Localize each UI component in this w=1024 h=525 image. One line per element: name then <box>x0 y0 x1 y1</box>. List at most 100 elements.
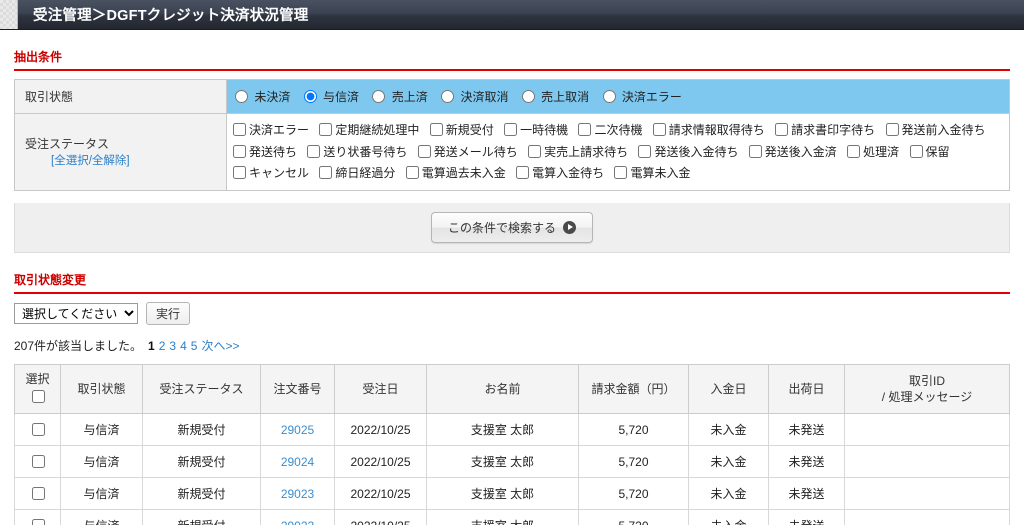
radio-input-payment-cancelled[interactable] <box>441 90 454 103</box>
execute-button[interactable]: 実行 <box>146 302 190 325</box>
checkbox-input-15[interactable] <box>910 145 923 158</box>
radio-input-captured[interactable] <box>372 90 385 103</box>
pagination-next-link[interactable]: 次へ>> <box>201 339 239 353</box>
checkbox-label-9: 送り状番号待ち <box>323 145 407 159</box>
radio-input-unsettled[interactable] <box>235 90 248 103</box>
checkbox-input-0[interactable] <box>233 123 246 136</box>
checkbox-input-11[interactable] <box>528 145 541 158</box>
checkbox-input-8[interactable] <box>233 145 246 158</box>
checkbox-input-13[interactable] <box>749 145 762 158</box>
checkbox-option-15[interactable]: 保留 <box>910 142 950 163</box>
radio-option-sales-cancelled[interactable]: 売上取消 <box>522 88 589 105</box>
checkbox-option-5[interactable]: 請求情報取得待ち <box>653 120 765 141</box>
checkbox-input-4[interactable] <box>578 123 591 136</box>
arrow-right-circle-icon <box>563 221 576 234</box>
checkbox-option-11[interactable]: 実売上請求待ち <box>528 142 628 163</box>
row-select-checkbox[interactable] <box>32 423 45 436</box>
deselect-all-link[interactable]: 全解除 <box>92 155 127 167</box>
radio-input-sales-cancelled[interactable] <box>522 90 535 103</box>
checkbox-option-18[interactable]: 電算過去未入金 <box>406 163 506 184</box>
row-order-number[interactable]: 29023 <box>261 478 335 510</box>
checkbox-option-16[interactable]: キャンセル <box>233 163 309 184</box>
checkbox-option-13[interactable]: 発送後入金済 <box>749 142 837 163</box>
checkbox-option-7[interactable]: 発送前入金待ち <box>886 120 986 141</box>
table-row: 与信済 新規受付 29023 2022/10/25 支援室 太郎 5,720 未… <box>15 478 1010 510</box>
checkbox-input-7[interactable] <box>886 123 899 136</box>
checkbox-option-20[interactable]: 電算未入金 <box>614 163 690 184</box>
row-transaction-id <box>845 510 1010 525</box>
order-number-link[interactable]: 29024 <box>281 455 314 469</box>
checkbox-option-8[interactable]: 発送待ち <box>233 142 297 163</box>
checkbox-option-9[interactable]: 送り状番号待ち <box>307 142 407 163</box>
row-order-number[interactable]: 29024 <box>261 446 335 478</box>
radio-option-payment-cancelled[interactable]: 決済取消 <box>441 88 508 105</box>
status-change-section-heading: 取引状態変更 <box>14 271 1010 292</box>
checkbox-option-2[interactable]: 新規受付 <box>430 120 494 141</box>
checkbox-input-19[interactable] <box>516 166 529 179</box>
checkbox-input-6[interactable] <box>775 123 788 136</box>
row-customer-name: 支援室 太郎 <box>427 510 579 525</box>
checkbox-input-14[interactable] <box>847 145 860 158</box>
row-order-number[interactable]: 29025 <box>261 414 335 446</box>
row-select-cell <box>15 478 61 510</box>
checkbox-input-9[interactable] <box>307 145 320 158</box>
radio-option-authorized[interactable]: 与信済 <box>304 88 359 105</box>
order-status-label-cell: 受注ステータス [全選択/全解除] <box>15 114 227 191</box>
row-select-checkbox[interactable] <box>32 519 45 525</box>
checkbox-input-12[interactable] <box>638 145 651 158</box>
row-order-status: 新規受付 <box>143 446 261 478</box>
checkbox-option-0[interactable]: 決済エラー <box>233 120 309 141</box>
checkbox-input-20[interactable] <box>614 166 627 179</box>
checkbox-label-15: 保留 <box>926 145 950 159</box>
row-select-cell <box>15 510 61 525</box>
transaction-state-options-cell: 未決済 与信済 売上済 決済取消 <box>227 80 1010 114</box>
search-button[interactable]: この条件で検索する <box>431 212 593 243</box>
checkbox-option-17[interactable]: 締日経過分 <box>319 163 395 184</box>
checkbox-input-16[interactable] <box>233 166 246 179</box>
order-number-link[interactable]: 29023 <box>281 487 314 501</box>
radio-option-captured[interactable]: 売上済 <box>372 88 427 105</box>
row-order-status: 新規受付 <box>143 478 261 510</box>
checkbox-input-17[interactable] <box>319 166 332 179</box>
order-number-link[interactable]: 29025 <box>281 423 314 437</box>
status-change-select[interactable]: 選択してください <box>14 303 138 324</box>
order-number-link[interactable]: 29022 <box>281 519 314 525</box>
checkbox-option-1[interactable]: 定期継続処理中 <box>319 120 419 141</box>
results-table-header-row: 選択 取引状態 受注ステータス 注文番号 受注日 お名前 請求金額（円） 入金日… <box>15 364 1010 413</box>
checkbox-label-17: 締日経過分 <box>335 166 395 180</box>
radio-option-unsettled[interactable]: 未決済 <box>235 88 290 105</box>
checkbox-label-12: 発送後入金待ち <box>654 145 738 159</box>
select-all-link[interactable]: 全選択 <box>54 155 89 167</box>
pagination-page-2[interactable]: 2 <box>159 339 166 353</box>
checkbox-option-12[interactable]: 発送後入金待ち <box>638 142 738 163</box>
checkbox-option-3[interactable]: 一時待機 <box>504 120 568 141</box>
checkbox-option-4[interactable]: 二次待機 <box>578 120 642 141</box>
select-all-rows-checkbox[interactable] <box>32 390 45 403</box>
checkbox-option-19[interactable]: 電算入金待ち <box>516 163 604 184</box>
checkbox-option-10[interactable]: 発送メール待ち <box>418 142 518 163</box>
radio-option-payment-error[interactable]: 決済エラー <box>603 88 682 105</box>
checkbox-input-10[interactable] <box>418 145 431 158</box>
row-transaction-id <box>845 414 1010 446</box>
pagination-page-4[interactable]: 4 <box>180 339 187 353</box>
checkbox-input-3[interactable] <box>504 123 517 136</box>
checkbox-input-1[interactable] <box>319 123 332 136</box>
checkbox-option-14[interactable]: 処理済 <box>847 142 899 163</box>
pagination-page-3[interactable]: 3 <box>169 339 176 353</box>
row-order-number[interactable]: 29022 <box>261 510 335 525</box>
row-amount: 5,720 <box>579 414 689 446</box>
checkbox-input-2[interactable] <box>430 123 443 136</box>
transaction-state-label: 取引状態 <box>15 80 227 114</box>
checkbox-input-18[interactable] <box>406 166 419 179</box>
pagination-page-5[interactable]: 5 <box>191 339 198 353</box>
checkbox-option-6[interactable]: 請求書印字待ち <box>775 120 875 141</box>
radio-input-authorized[interactable] <box>304 90 317 103</box>
checkbox-label-4: 二次待機 <box>594 123 642 137</box>
checkbox-label-11: 実売上請求待ち <box>544 145 628 159</box>
table-row: 与信済 新規受付 29024 2022/10/25 支援室 太郎 5,720 未… <box>15 446 1010 478</box>
row-select-checkbox[interactable] <box>32 455 45 468</box>
checkbox-input-5[interactable] <box>653 123 666 136</box>
row-select-checkbox[interactable] <box>32 487 45 500</box>
radio-input-payment-error[interactable] <box>603 90 616 103</box>
row-payment-date: 未入金 <box>689 478 769 510</box>
